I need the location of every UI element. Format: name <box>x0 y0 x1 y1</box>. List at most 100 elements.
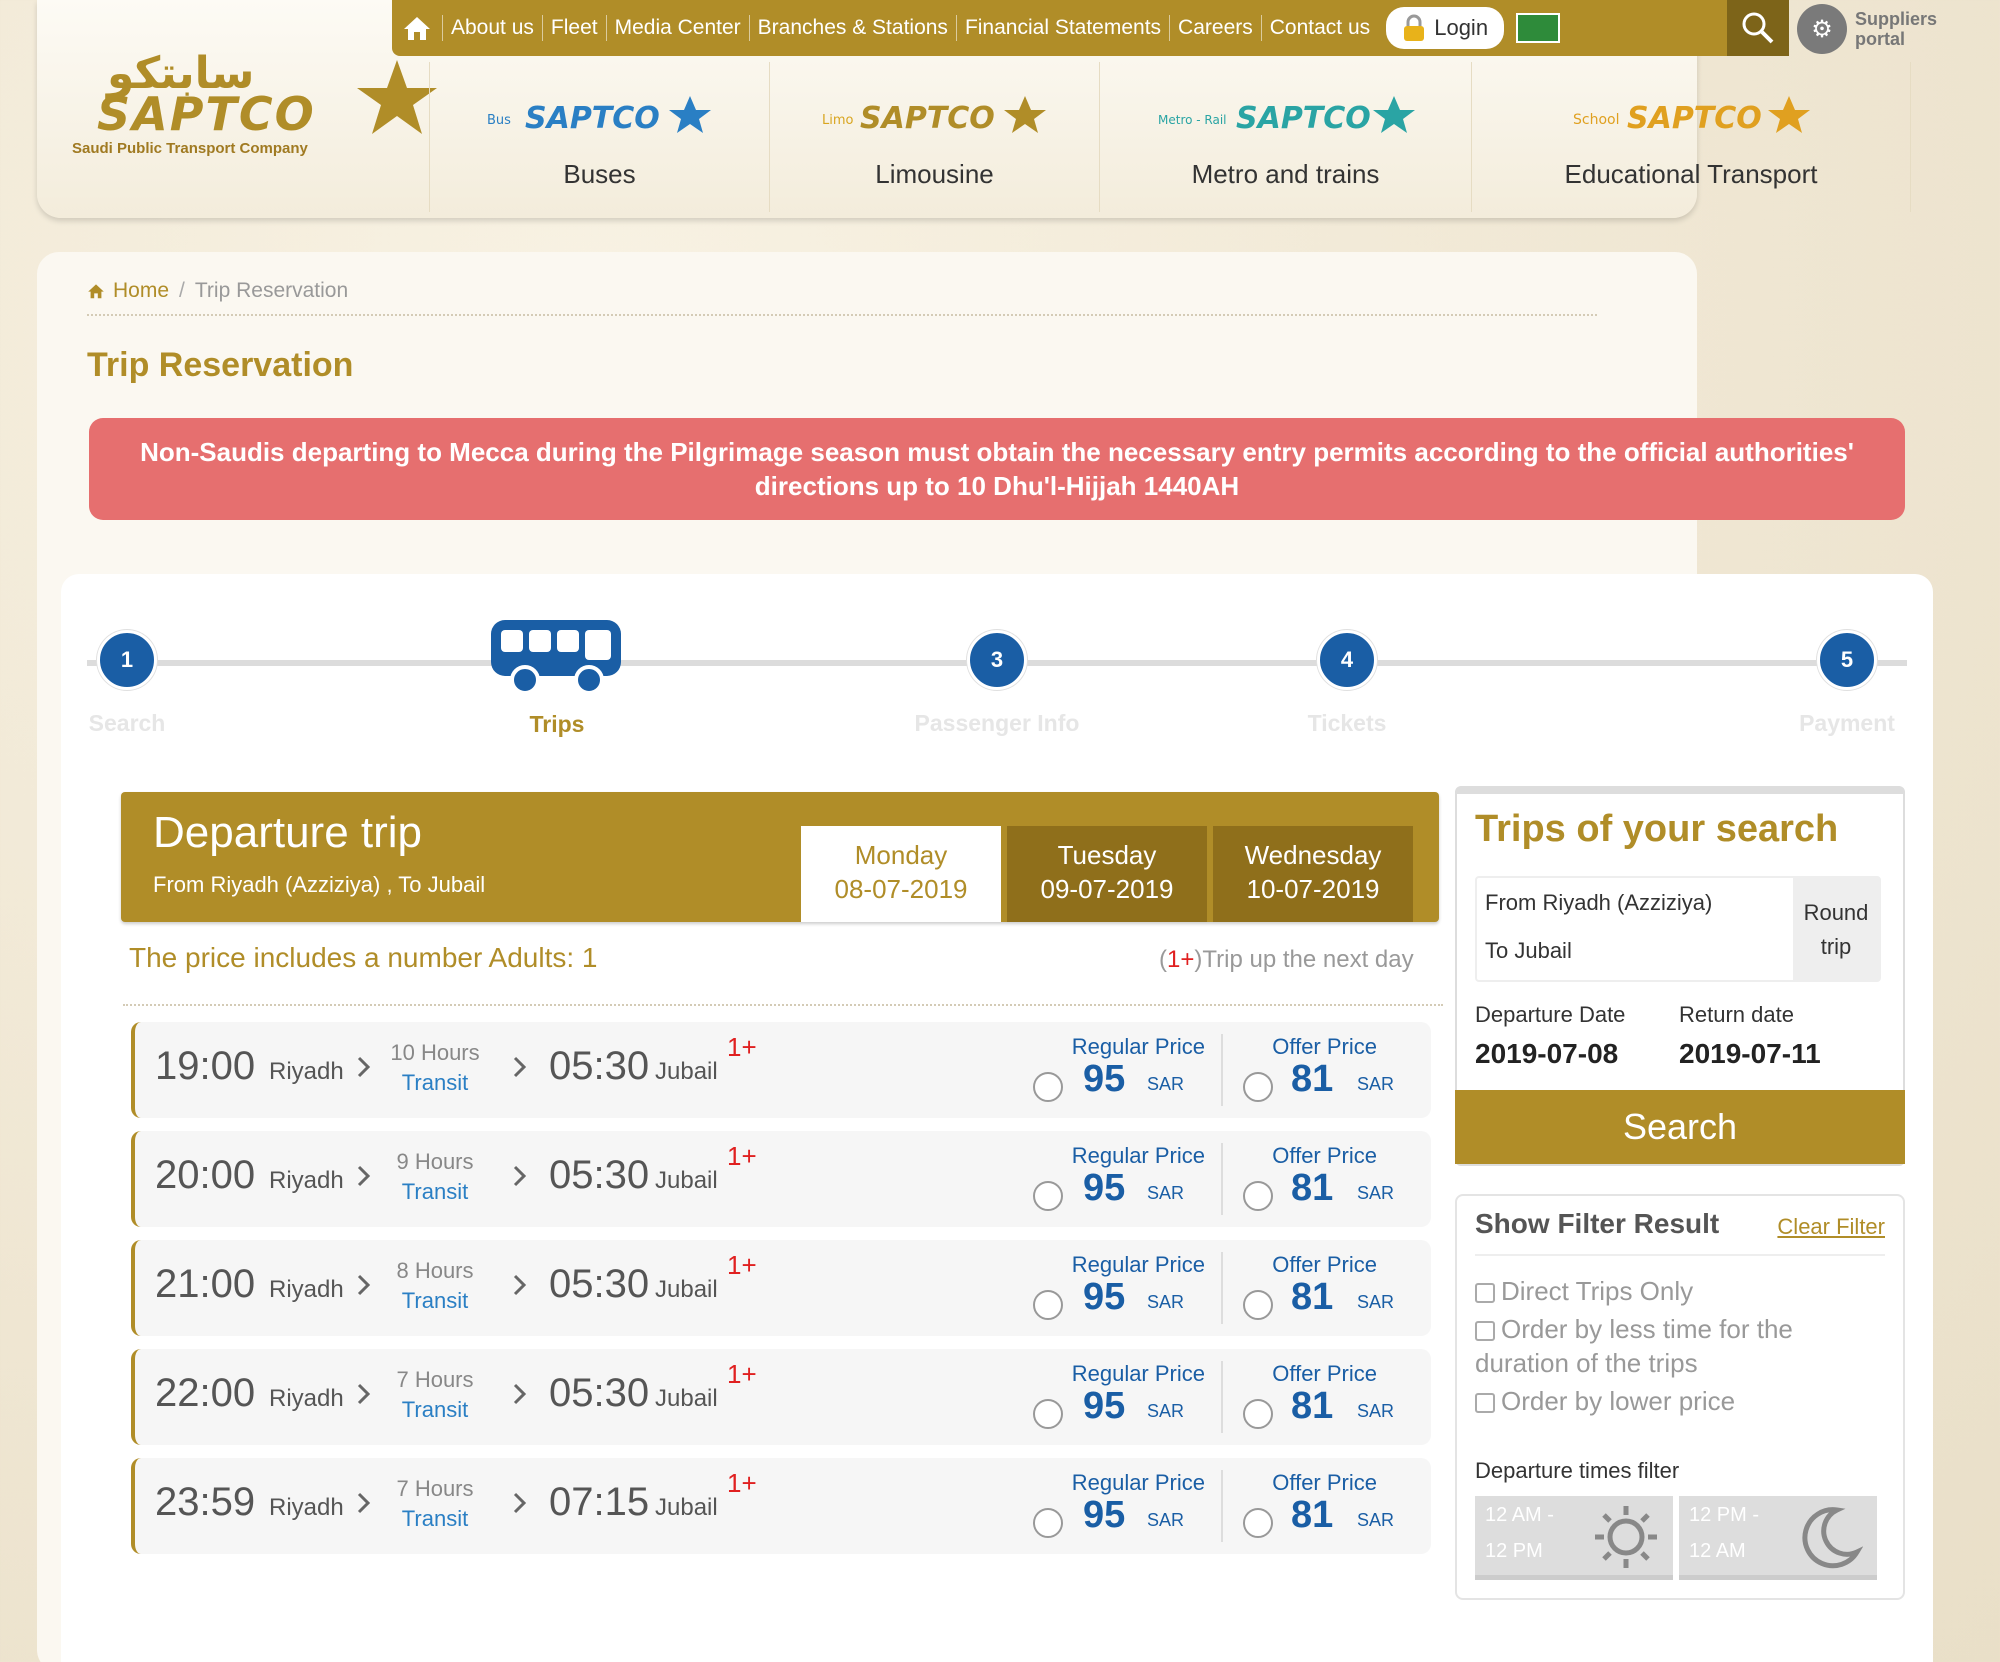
day-tab-monday[interactable]: Monday 08-07-2019 <box>801 826 1001 922</box>
service-buses[interactable]: Bus SAPTCO Buses <box>429 62 769 212</box>
filter-order-by-price[interactable]: Order by lower price <box>1475 1384 1875 1418</box>
day-tab-tuesday[interactable]: Tuesday 09-07-2019 <box>1007 826 1207 922</box>
breadcrumb-separator: / <box>179 279 185 302</box>
step-search[interactable]: 1 Search <box>87 630 167 737</box>
nav-branches[interactable]: Branches & Stations <box>748 15 956 41</box>
clear-filter-link[interactable]: Clear Filter <box>1777 1214 1885 1240</box>
offer-price-radio[interactable] <box>1243 1290 1273 1320</box>
svg-text:School: School <box>1573 112 1619 128</box>
offer-price-value: 81 <box>1291 1276 1334 1318</box>
step-trips[interactable]: Trips <box>487 616 627 738</box>
transit-link[interactable]: Transit <box>365 1179 505 1205</box>
regular-price-value: 95 <box>1083 1494 1126 1536</box>
return-date-value: 2019-07-11 <box>1679 1038 1821 1069</box>
svg-text:Bus: Bus <box>487 113 511 128</box>
login-button[interactable]: Login <box>1386 7 1505 49</box>
regular-price-radio[interactable] <box>1033 1181 1063 1211</box>
price-divider <box>1221 1143 1223 1215</box>
departure-times-label: Departure times filter <box>1475 1458 1680 1483</box>
regular-price-radio[interactable] <box>1033 1508 1063 1538</box>
list-divider <box>123 1004 1443 1006</box>
nav-contact[interactable]: Contact us <box>1260 15 1378 41</box>
service-label: Metro and trains <box>1191 159 1380 189</box>
service-metro[interactable]: Metro - Rail SAPTCO Metro and trains <box>1099 62 1471 212</box>
arrival-time: 05:30 <box>549 1153 650 1197</box>
price-divider <box>1221 1252 1223 1324</box>
price-divider <box>1221 1361 1223 1433</box>
chevron-right-icon <box>513 1274 527 1301</box>
trip-row[interactable]: 19:00 Riyadh 10 Hours Transit 05:30 Jubail 1+ R… <box>131 1022 1431 1118</box>
filter-order-by-time[interactable]: Order by less time for the duration of t… <box>1475 1312 1875 1380</box>
currency-label: SAR <box>1357 1510 1395 1530</box>
trip-duration: 7 Hours <box>396 1476 474 1501</box>
transit-link[interactable]: Transit <box>365 1288 505 1314</box>
metro-saptco-logo: Metro - Rail SAPTCO <box>1156 92 1416 141</box>
transit-link[interactable]: Transit <box>365 1506 505 1532</box>
lock-icon <box>1404 14 1425 41</box>
trip-row[interactable]: 21:00 Riyadh 8 Hours Transit 05:30 Jubail 1+ Re… <box>131 1240 1431 1336</box>
regular-price-radio[interactable] <box>1033 1290 1063 1320</box>
transit-link[interactable]: Transit <box>365 1070 505 1096</box>
saudi-flag-icon[interactable] <box>1516 13 1561 43</box>
checkbox[interactable] <box>1475 1393 1495 1414</box>
service-educational[interactable]: School SAPTCO Educational Transport <box>1471 62 1911 212</box>
offer-price-label: Offer Price <box>1272 1252 1377 1277</box>
offer-price-value: 81 <box>1291 1385 1334 1427</box>
offer-price-label: Offer Price <box>1272 1361 1377 1386</box>
price-note: The price includes a number Adults: 1 <box>129 942 598 973</box>
nav-fleet[interactable]: Fleet <box>541 15 606 41</box>
step-tickets[interactable]: 4 Tickets <box>1287 630 1407 737</box>
regular-price-value: 95 <box>1083 1058 1126 1100</box>
departure-time: 19:00 <box>155 1044 256 1088</box>
offer-price-radio[interactable] <box>1243 1508 1273 1538</box>
nav-media-center[interactable]: Media Center <box>605 15 749 41</box>
offer-price-radio[interactable] <box>1243 1072 1273 1102</box>
time-slot-am[interactable]: 12 AM - 12 PM <box>1475 1496 1673 1580</box>
filter-panel: Show Filter Result Clear Filter Direct T… <box>1455 1194 1905 1600</box>
breadcrumb-home-label: Home <box>113 279 170 302</box>
svg-text:SAPTCO: SAPTCO <box>525 101 660 136</box>
checkbox[interactable] <box>1475 1321 1495 1342</box>
step-payment[interactable]: 5 Payment <box>1787 630 1907 737</box>
currency-label: SAR <box>1147 1510 1185 1530</box>
time-slot-pm[interactable]: 12 PM - 12 AM <box>1679 1496 1877 1580</box>
checkbox[interactable] <box>1475 1283 1495 1304</box>
route-summary: From Riyadh (Azziziya) To Jubail Round tr… <box>1475 876 1881 982</box>
currency-label: SAR <box>1357 1292 1395 1312</box>
step-passenger-info[interactable]: 3 Passenger Info <box>897 630 1097 737</box>
nav-financial[interactable]: Financial Statements <box>955 15 1169 41</box>
trip-type: Round trip <box>1793 878 1879 980</box>
company-tagline: Saudi Public Transport Company <box>72 140 308 157</box>
limo-saptco-logo: Limo SAPTCO <box>820 92 1050 141</box>
breadcrumb-home[interactable]: Home <box>87 279 169 303</box>
regular-price-radio[interactable] <box>1033 1399 1063 1429</box>
transit-link[interactable]: Transit <box>365 1397 505 1423</box>
search-icon[interactable] <box>1727 0 1789 56</box>
filter-title: Show Filter Result <box>1475 1208 1720 1239</box>
filter-direct-trips[interactable]: Direct Trips Only <box>1475 1274 1875 1308</box>
service-label: Limousine <box>875 159 994 189</box>
suppliers-portal-label: Suppliers portal <box>1855 9 1938 49</box>
price-divider <box>1221 1470 1223 1542</box>
home-icon <box>88 284 104 299</box>
trip-row[interactable]: 22:00 Riyadh 7 Hours Transit 05:30 Jubail 1+ Re… <box>131 1349 1431 1445</box>
regular-price-radio[interactable] <box>1033 1072 1063 1102</box>
offer-price-radio[interactable] <box>1243 1399 1273 1429</box>
regular-price-value: 95 <box>1083 1385 1126 1427</box>
suppliers-portal-link[interactable]: ⚙ Suppliers portal <box>1797 4 1937 54</box>
service-limousine[interactable]: Limo SAPTCO Limousine <box>769 62 1099 212</box>
offer-price-radio[interactable] <box>1243 1181 1273 1211</box>
login-label: Login <box>1434 15 1489 40</box>
departure-time: 20:00 <box>155 1153 256 1197</box>
trip-row[interactable]: 23:59 Riyadh 7 Hours Transit 07:15 Jubail 1+ Re… <box>131 1458 1431 1554</box>
trip-row[interactable]: 20:00 Riyadh 9 Hours Transit 05:30 Jubail 1+ Re… <box>131 1131 1431 1227</box>
search-button[interactable]: Search <box>1455 1090 1905 1164</box>
nav-careers[interactable]: Careers <box>1169 15 1261 41</box>
currency-label: SAR <box>1147 1401 1185 1421</box>
home-icon[interactable] <box>392 0 442 56</box>
nav-about[interactable]: About us <box>442 15 542 41</box>
suppliers-portal-icon: ⚙ <box>1797 4 1847 54</box>
departure-time: 21:00 <box>155 1262 256 1306</box>
day-tab-wednesday[interactable]: Wednesday 10-07-2019 <box>1213 826 1413 922</box>
offer-price-label: Offer Price <box>1272 1143 1377 1168</box>
